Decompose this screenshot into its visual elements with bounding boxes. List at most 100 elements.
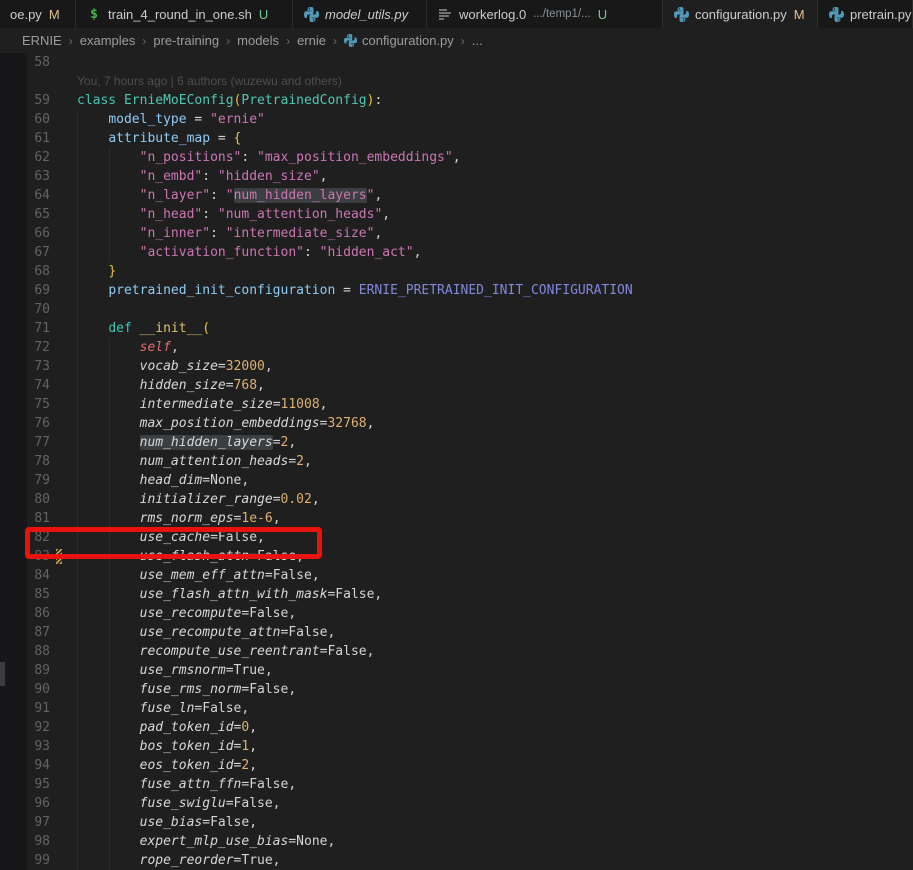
tab-model-utils-py[interactable]: model_utils.py: [293, 0, 427, 28]
line-number: 91: [0, 699, 50, 718]
code-line[interactable]: 82 use_cache=False,: [0, 528, 913, 547]
code-text: max_position_embeddings=32768,: [77, 414, 374, 433]
code-line[interactable]: 97 use_bias=False,: [0, 813, 913, 832]
code-line[interactable]: 71 def __init__(: [0, 319, 913, 338]
chevron-right-icon: ›: [333, 34, 337, 48]
code-text: "n_layer": "num_hidden_layers",: [77, 186, 382, 205]
line-number: 75: [0, 395, 50, 414]
code-text: use_cache=False,: [77, 528, 265, 547]
tab-pretrain-py[interactable]: pretrain.py: [818, 0, 913, 28]
code-line[interactable]: 91 fuse_ln=False,: [0, 699, 913, 718]
breadcrumb-item[interactable]: pre-training: [153, 33, 219, 48]
code-line[interactable]: 65 "n_head": "num_attention_heads",: [0, 205, 913, 224]
code-line[interactable]: 96 fuse_swiglu=False,: [0, 794, 913, 813]
line-number: 74: [0, 376, 50, 395]
line-number: 62: [0, 148, 50, 167]
code-line[interactable]: 68 }: [0, 262, 913, 281]
code-text: pad_token_id=0,: [77, 718, 257, 737]
code-line[interactable]: 61 attribute_map = {: [0, 129, 913, 148]
code-line[interactable]: 69 pretrained_init_configuration = ERNIE…: [0, 281, 913, 300]
breadcrumb-item[interactable]: ernie: [297, 33, 326, 48]
python-icon: [303, 6, 319, 22]
code-line[interactable]: 67 "activation_function": "hidden_act",: [0, 243, 913, 262]
code-line[interactable]: 78 num_attention_heads=2,: [0, 452, 913, 471]
code-text: vocab_size=32000,: [77, 357, 273, 376]
line-number: 67: [0, 243, 50, 262]
code-text: }: [77, 262, 116, 281]
code-line[interactable]: 89 use_rmsnorm=True,: [0, 661, 913, 680]
code-line[interactable]: 99 rope_reorder=True,: [0, 851, 913, 870]
code-line[interactable]: 79 head_dim=None,: [0, 471, 913, 490]
breadcrumb: ERNIE›examples›pre-training›models›ernie…: [0, 28, 913, 53]
line-number: 61: [0, 129, 50, 148]
code-line[interactable]: 62 "n_positions": "max_position_embeddin…: [0, 148, 913, 167]
tab-workerlog-0[interactable]: workerlog.0.../temp1/...U: [427, 0, 663, 28]
breadcrumb-file[interactable]: configuration.py: [344, 33, 454, 48]
code-line[interactable]: 98 expert_mlp_use_bias=None,: [0, 832, 913, 851]
tab-oe-py[interactable]: oe.pyM: [0, 0, 76, 28]
code-line[interactable]: 92 pad_token_id=0,: [0, 718, 913, 737]
code-text: model_type = "ernie": [77, 110, 265, 129]
code-text: fuse_ln=False,: [77, 699, 249, 718]
code-line[interactable]: 64 "n_layer": "num_hidden_layers",: [0, 186, 913, 205]
tab-configuration-py[interactable]: configuration.pyM✕: [663, 0, 818, 28]
code-line[interactable]: 58: [0, 53, 913, 72]
line-number: 96: [0, 794, 50, 813]
code-text: class ErnieMoEConfig(PretrainedConfig):: [77, 91, 382, 110]
code-line[interactable]: 86 use_recompute=False,: [0, 604, 913, 623]
code-text: fuse_swiglu=False,: [77, 794, 281, 813]
left-scrollbar-thumb[interactable]: [0, 662, 5, 686]
code-line[interactable]: 93 bos_token_id=1,: [0, 737, 913, 756]
python-icon: [673, 6, 689, 22]
line-number: 86: [0, 604, 50, 623]
code-line[interactable]: 87 use_recompute_attn=False,: [0, 623, 913, 642]
code-line[interactable]: 88 recompute_use_reentrant=False,: [0, 642, 913, 661]
code-line[interactable]: 83 use_flash_attn=False,: [0, 547, 913, 566]
code-line[interactable]: 84 use_mem_eff_attn=False,: [0, 566, 913, 585]
line-number: 82: [0, 528, 50, 547]
code-line[interactable]: 66 "n_inner": "intermediate_size",: [0, 224, 913, 243]
breadcrumb-item[interactable]: examples: [80, 33, 136, 48]
breadcrumb-symbol-tail[interactable]: ...: [472, 33, 483, 48]
line-number: 99: [0, 851, 50, 870]
code-line[interactable]: 77 num_hidden_layers=2,: [0, 433, 913, 452]
line-number: 73: [0, 357, 50, 376]
breadcrumb-item[interactable]: ERNIE: [22, 33, 62, 48]
code-line[interactable]: 73 vocab_size=32000,: [0, 357, 913, 376]
code-line[interactable]: 80 initializer_range=0.02,: [0, 490, 913, 509]
git-status-badge: M: [794, 7, 805, 22]
code-text: fuse_rms_norm=False,: [77, 680, 296, 699]
code-line[interactable]: 72 self,: [0, 338, 913, 357]
code-line[interactable]: 75 intermediate_size=11008,: [0, 395, 913, 414]
code-text: use_bias=False,: [77, 813, 257, 832]
code-text: def __init__(: [77, 319, 210, 338]
code-line[interactable]: 59class ErnieMoEConfig(PretrainedConfig)…: [0, 91, 913, 110]
code-line[interactable]: 85 use_flash_attn_with_mask=False,: [0, 585, 913, 604]
code-text: num_attention_heads=2,: [77, 452, 312, 471]
code-line[interactable]: 94 eos_token_id=2,: [0, 756, 913, 775]
code-text: rope_reorder=True,: [77, 851, 281, 870]
code-line[interactable]: 90 fuse_rms_norm=False,: [0, 680, 913, 699]
code-text: recompute_use_reentrant=False,: [77, 642, 374, 661]
code-editor[interactable]: 58You, 7 hours ago | 6 authors (wuzewu a…: [0, 53, 913, 870]
tab-label: model_utils.py: [325, 7, 408, 22]
code-text: "n_positions": "max_position_embeddings"…: [77, 148, 461, 167]
shell-icon: $: [86, 6, 102, 22]
code-text: num_hidden_layers=2,: [77, 433, 296, 452]
code-text: attribute_map = {: [77, 129, 241, 148]
git-blame-text: You, 7 hours ago | 6 authors (wuzewu and…: [77, 72, 342, 91]
code-line[interactable]: 95 fuse_attn_ffn=False,: [0, 775, 913, 794]
code-line[interactable]: 81 rms_norm_eps=1e-6,: [0, 509, 913, 528]
tab-train-4-round-in-one-sh[interactable]: $train_4_round_in_one.shU: [76, 0, 293, 28]
code-line[interactable]: 60 model_type = "ernie": [0, 110, 913, 129]
code-line[interactable]: 76 max_position_embeddings=32768,: [0, 414, 913, 433]
code-text: pretrained_init_configuration = ERNIE_PR…: [77, 281, 633, 300]
breadcrumb-item[interactable]: models: [237, 33, 279, 48]
code-line[interactable]: 70: [0, 300, 913, 319]
code-line[interactable]: 63 "n_embd": "hidden_size",: [0, 167, 913, 186]
code-line[interactable]: 74 hidden_size=768,: [0, 376, 913, 395]
chevron-right-icon: ›: [69, 34, 73, 48]
blame-annotation: You, 7 hours ago | 6 authors (wuzewu and…: [0, 72, 913, 91]
tab-label: pretrain.py: [850, 7, 911, 22]
line-number: 89: [0, 661, 50, 680]
